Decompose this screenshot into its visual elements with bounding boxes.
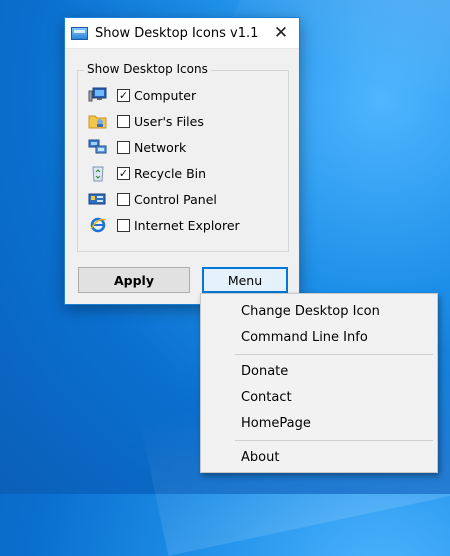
- option-label: Recycle Bin: [134, 165, 207, 181]
- menu-item-homepage[interactable]: HomePage: [201, 410, 437, 436]
- icons-groupbox: Show Desktop Icons ✓ Computer User's Fil…: [77, 62, 289, 252]
- network-checkbox[interactable]: [117, 140, 130, 154]
- option-internet-explorer[interactable]: Internet Explorer: [88, 215, 240, 235]
- option-network[interactable]: Network: [88, 137, 186, 157]
- menu-button[interactable]: Menu: [202, 267, 288, 293]
- computer-checkbox[interactable]: ✓: [117, 88, 130, 102]
- groupbox-label: Show Desktop Icons: [84, 62, 211, 76]
- option-users-files[interactable]: User's Files: [88, 111, 204, 131]
- menu-item-about[interactable]: About: [201, 444, 437, 470]
- computer-icon: [88, 86, 108, 104]
- recycle-bin-checkbox[interactable]: ✓: [117, 166, 130, 180]
- network-icon: [88, 138, 108, 156]
- window-title: Show Desktop Icons v1.1: [95, 25, 259, 41]
- option-label: User's Files: [134, 113, 204, 129]
- menu-item-command-line-info[interactable]: Command Line Info: [201, 324, 437, 350]
- menu-separator: [235, 440, 433, 441]
- context-menu: Change Desktop Icon Command Line Info Do…: [200, 293, 438, 473]
- app-icon: [71, 26, 88, 40]
- users-files-checkbox[interactable]: [117, 114, 130, 128]
- internet-explorer-checkbox[interactable]: [117, 218, 130, 232]
- app-window: Show Desktop Icons v1.1 ✕ Show Desktop I…: [64, 17, 300, 305]
- recycle-bin-icon: [88, 164, 108, 182]
- option-label: Computer: [134, 87, 197, 103]
- control-panel-icon: [88, 190, 108, 208]
- menu-item-change-desktop-icon[interactable]: Change Desktop Icon: [201, 298, 437, 324]
- menu-item-contact[interactable]: Contact: [201, 384, 437, 410]
- internet-explorer-icon: [88, 216, 108, 234]
- option-recycle-bin[interactable]: ✓ Recycle Bin: [88, 163, 206, 183]
- menu-item-donate[interactable]: Donate: [201, 358, 437, 384]
- user-folder-icon: [88, 112, 108, 130]
- option-label: Network: [134, 139, 187, 155]
- menu-separator: [235, 354, 433, 355]
- option-control-panel[interactable]: Control Panel: [88, 189, 217, 209]
- close-button[interactable]: ✕: [263, 18, 299, 49]
- control-panel-checkbox[interactable]: [117, 192, 130, 206]
- apply-button[interactable]: Apply: [78, 267, 190, 293]
- option-computer[interactable]: ✓ Computer: [88, 85, 196, 105]
- option-label: Control Panel: [134, 191, 217, 207]
- title-bar[interactable]: Show Desktop Icons v1.1 ✕: [65, 18, 299, 49]
- option-label: Internet Explorer: [134, 217, 240, 233]
